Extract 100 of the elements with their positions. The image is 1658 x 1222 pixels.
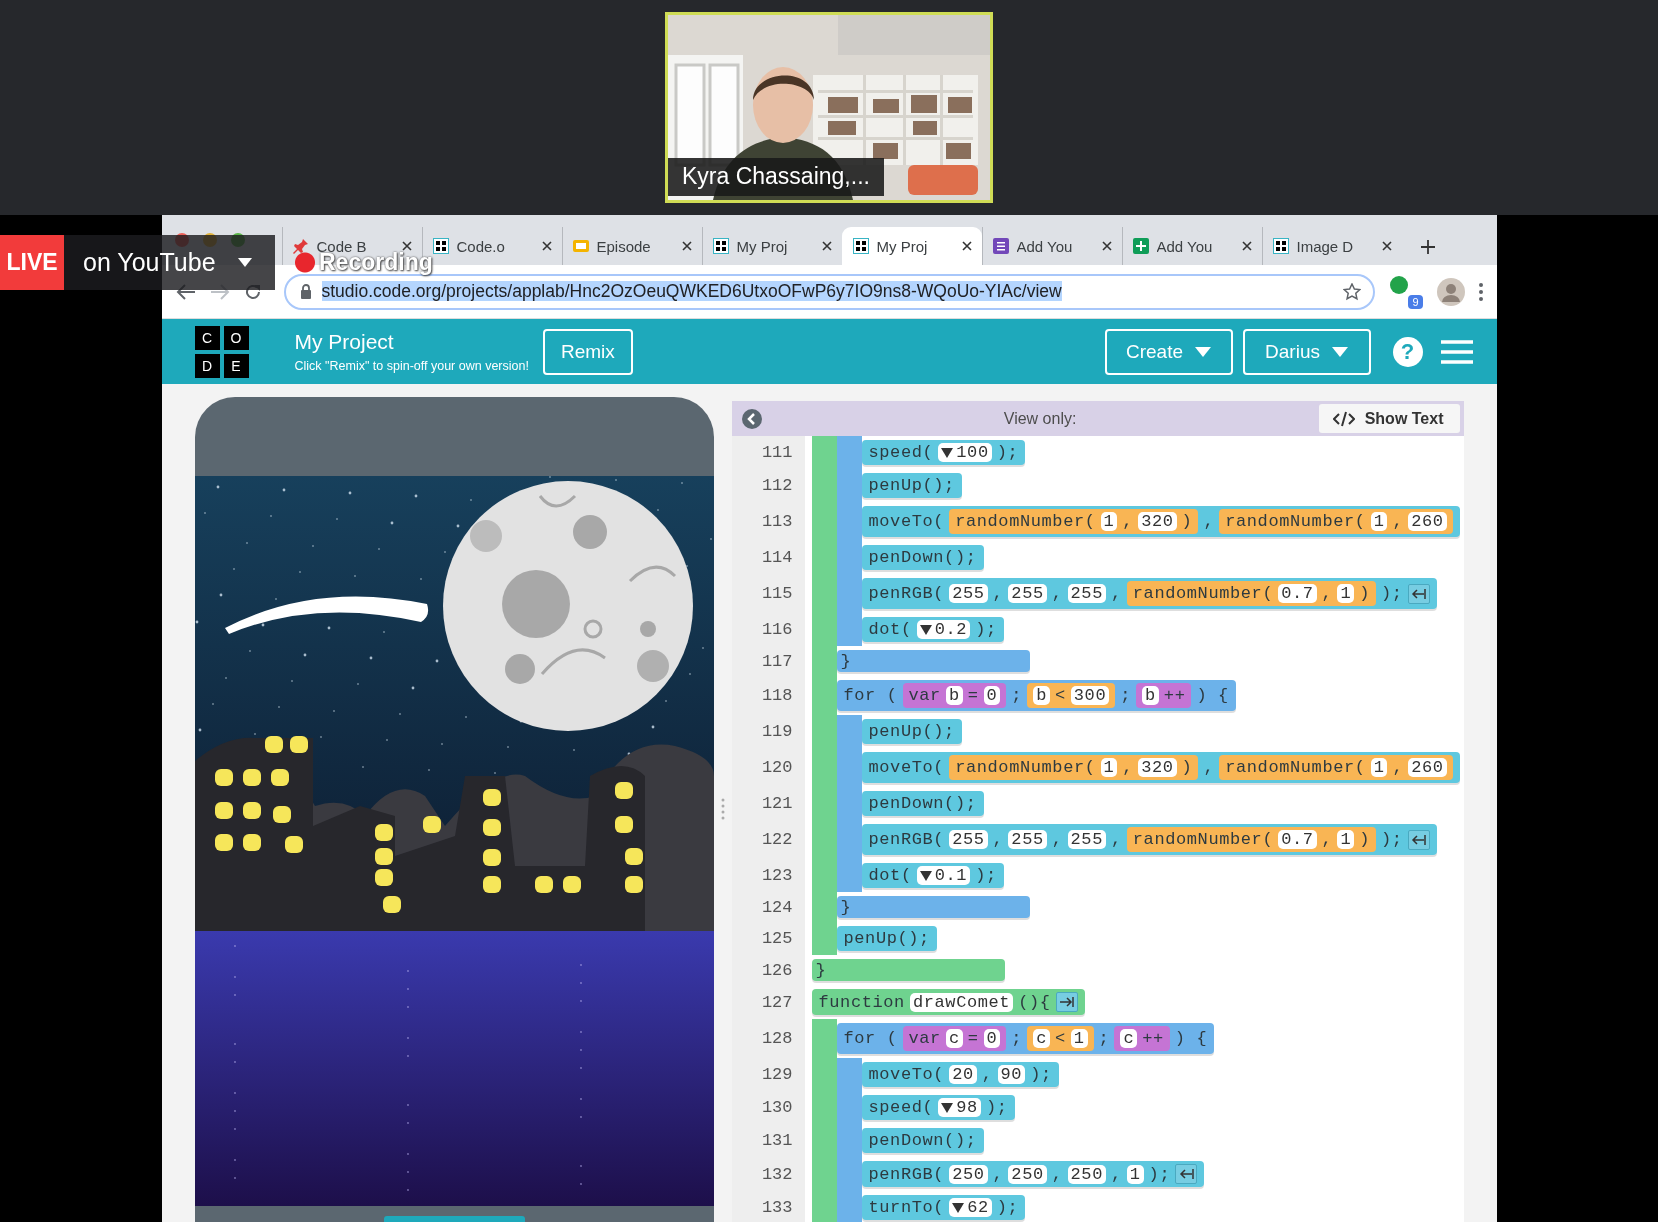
line-number: 133 (731, 1191, 805, 1222)
line-number: 131 (731, 1124, 805, 1157)
code-text: , (1392, 512, 1404, 531)
line-number: 119 (731, 715, 805, 748)
code-text: } (815, 960, 827, 980)
code-text: randomNumber( (1132, 584, 1274, 603)
code-text: , (1110, 1164, 1122, 1184)
code-text: speed( (868, 443, 934, 462)
code-text: penRGB( (868, 830, 945, 849)
code-text: turnTo( (868, 1198, 945, 1217)
code-text: ); (1381, 584, 1403, 603)
code-text: penUp(); (868, 476, 955, 495)
code-text: < (1055, 686, 1066, 705)
code-text: for ( (843, 1029, 898, 1048)
code-text: dot( (868, 866, 912, 885)
line-number: 120 (731, 748, 805, 787)
code-text: ++ (1142, 1029, 1164, 1048)
badge-count: 9 (1408, 294, 1423, 309)
code-text: ) (1359, 584, 1371, 603)
code-text: , (1110, 830, 1122, 849)
code-text: penDown(); (868, 1131, 977, 1150)
code-text: ); (975, 866, 997, 885)
code-text: for ( (843, 686, 898, 705)
code-text: , (1122, 758, 1134, 777)
line-number: 126 (731, 955, 805, 985)
code-text: ); (985, 1098, 1008, 1117)
code-text: , (981, 1065, 993, 1084)
code-text: penUp(); (868, 722, 955, 741)
code-text: randomNumber( (955, 758, 1096, 777)
line-number: 130 (731, 1091, 805, 1124)
code-text: , (1110, 584, 1122, 603)
code-text: , (1122, 512, 1134, 531)
line-number: 122 (731, 820, 805, 859)
line-number: 112 (731, 469, 805, 502)
code-text: , (1051, 830, 1063, 849)
code-text: function (818, 992, 905, 1012)
code-text: ) { (1174, 1029, 1208, 1048)
code-text: ; (1098, 1029, 1110, 1048)
code-text: < (1055, 1029, 1066, 1048)
code-text: , (1321, 830, 1333, 849)
code-text: dot( (868, 620, 912, 639)
logo-letter: O (223, 325, 249, 350)
code-text: randomNumber( (955, 512, 1096, 531)
line-number: 113 (731, 502, 805, 541)
code-text: ); (996, 1198, 1019, 1217)
line-number: 118 (731, 676, 805, 715)
line-number: 128 (731, 1019, 805, 1058)
code-text: (){ (1018, 992, 1051, 1012)
line-number: 123 (731, 859, 805, 892)
code-text: = (967, 686, 979, 705)
code-text: } (840, 897, 852, 917)
code-text: , (992, 584, 1004, 603)
code-text: moveTo( (868, 512, 945, 531)
view-only-label: View only: (1002, 409, 1078, 428)
code-text: randomNumber( (1132, 830, 1274, 849)
participant-name: Kyra Chassaing,... (668, 158, 884, 196)
code-text: penRGB( (868, 584, 945, 603)
line-number: 121 (731, 787, 805, 820)
code-text: ; (1120, 686, 1131, 705)
line-number: 116 (731, 613, 805, 646)
code-text: , (1321, 584, 1333, 603)
code-text: speed( (868, 1098, 934, 1117)
code-text: penUp(); (843, 929, 930, 948)
code-text: ); (1148, 1164, 1171, 1184)
code-text: ) (1359, 830, 1371, 849)
subtitle: Click "Remix" to spin-off your own version! (294, 359, 529, 373)
line-number: 127 (731, 985, 805, 1019)
url-text: studio.code.org/projects/applab/Hnc2OzOeuQWKED6UtxoOFwP6y7IO9ns8-WQoUo-YIAc/view (321, 281, 1063, 302)
line-number: 129 (731, 1058, 805, 1091)
code-text: = (967, 1029, 979, 1048)
line-number: 124 (731, 892, 805, 922)
code-text: moveTo( (868, 758, 945, 777)
code-text: ) { (1196, 686, 1229, 705)
code-text: ) (1181, 758, 1193, 777)
code-text: randomNumber( (1225, 758, 1366, 777)
code-text: var (908, 1029, 941, 1048)
code-text: ); (975, 620, 997, 639)
code-text: randomNumber( (1225, 512, 1366, 531)
line-number: 132 (731, 1157, 805, 1191)
code-text: , (992, 830, 1004, 849)
code-text: , (1051, 1164, 1063, 1184)
code-text: ++ (1163, 686, 1186, 705)
code-text: , (992, 1164, 1004, 1184)
code-text: , (1203, 758, 1215, 777)
code-text: penRGB( (868, 1164, 945, 1184)
code-text: , (1051, 584, 1063, 603)
code-text: ) (1181, 512, 1193, 531)
code-text: ; (1011, 686, 1023, 705)
code-text: ); (996, 443, 1019, 462)
line-number: 114 (731, 541, 805, 574)
code-text: } (840, 651, 852, 671)
code-text: ); (1030, 1065, 1052, 1084)
line-number: 125 (731, 922, 805, 955)
line-number: 111 (731, 436, 805, 469)
line-number: 117 (731, 646, 805, 676)
logo-letter: D (194, 353, 220, 378)
project-title: My Project (294, 330, 395, 354)
code-text: moveTo( (868, 1065, 945, 1084)
code-text: penDown(); (868, 794, 977, 813)
code-text: penDown(); (868, 548, 977, 567)
